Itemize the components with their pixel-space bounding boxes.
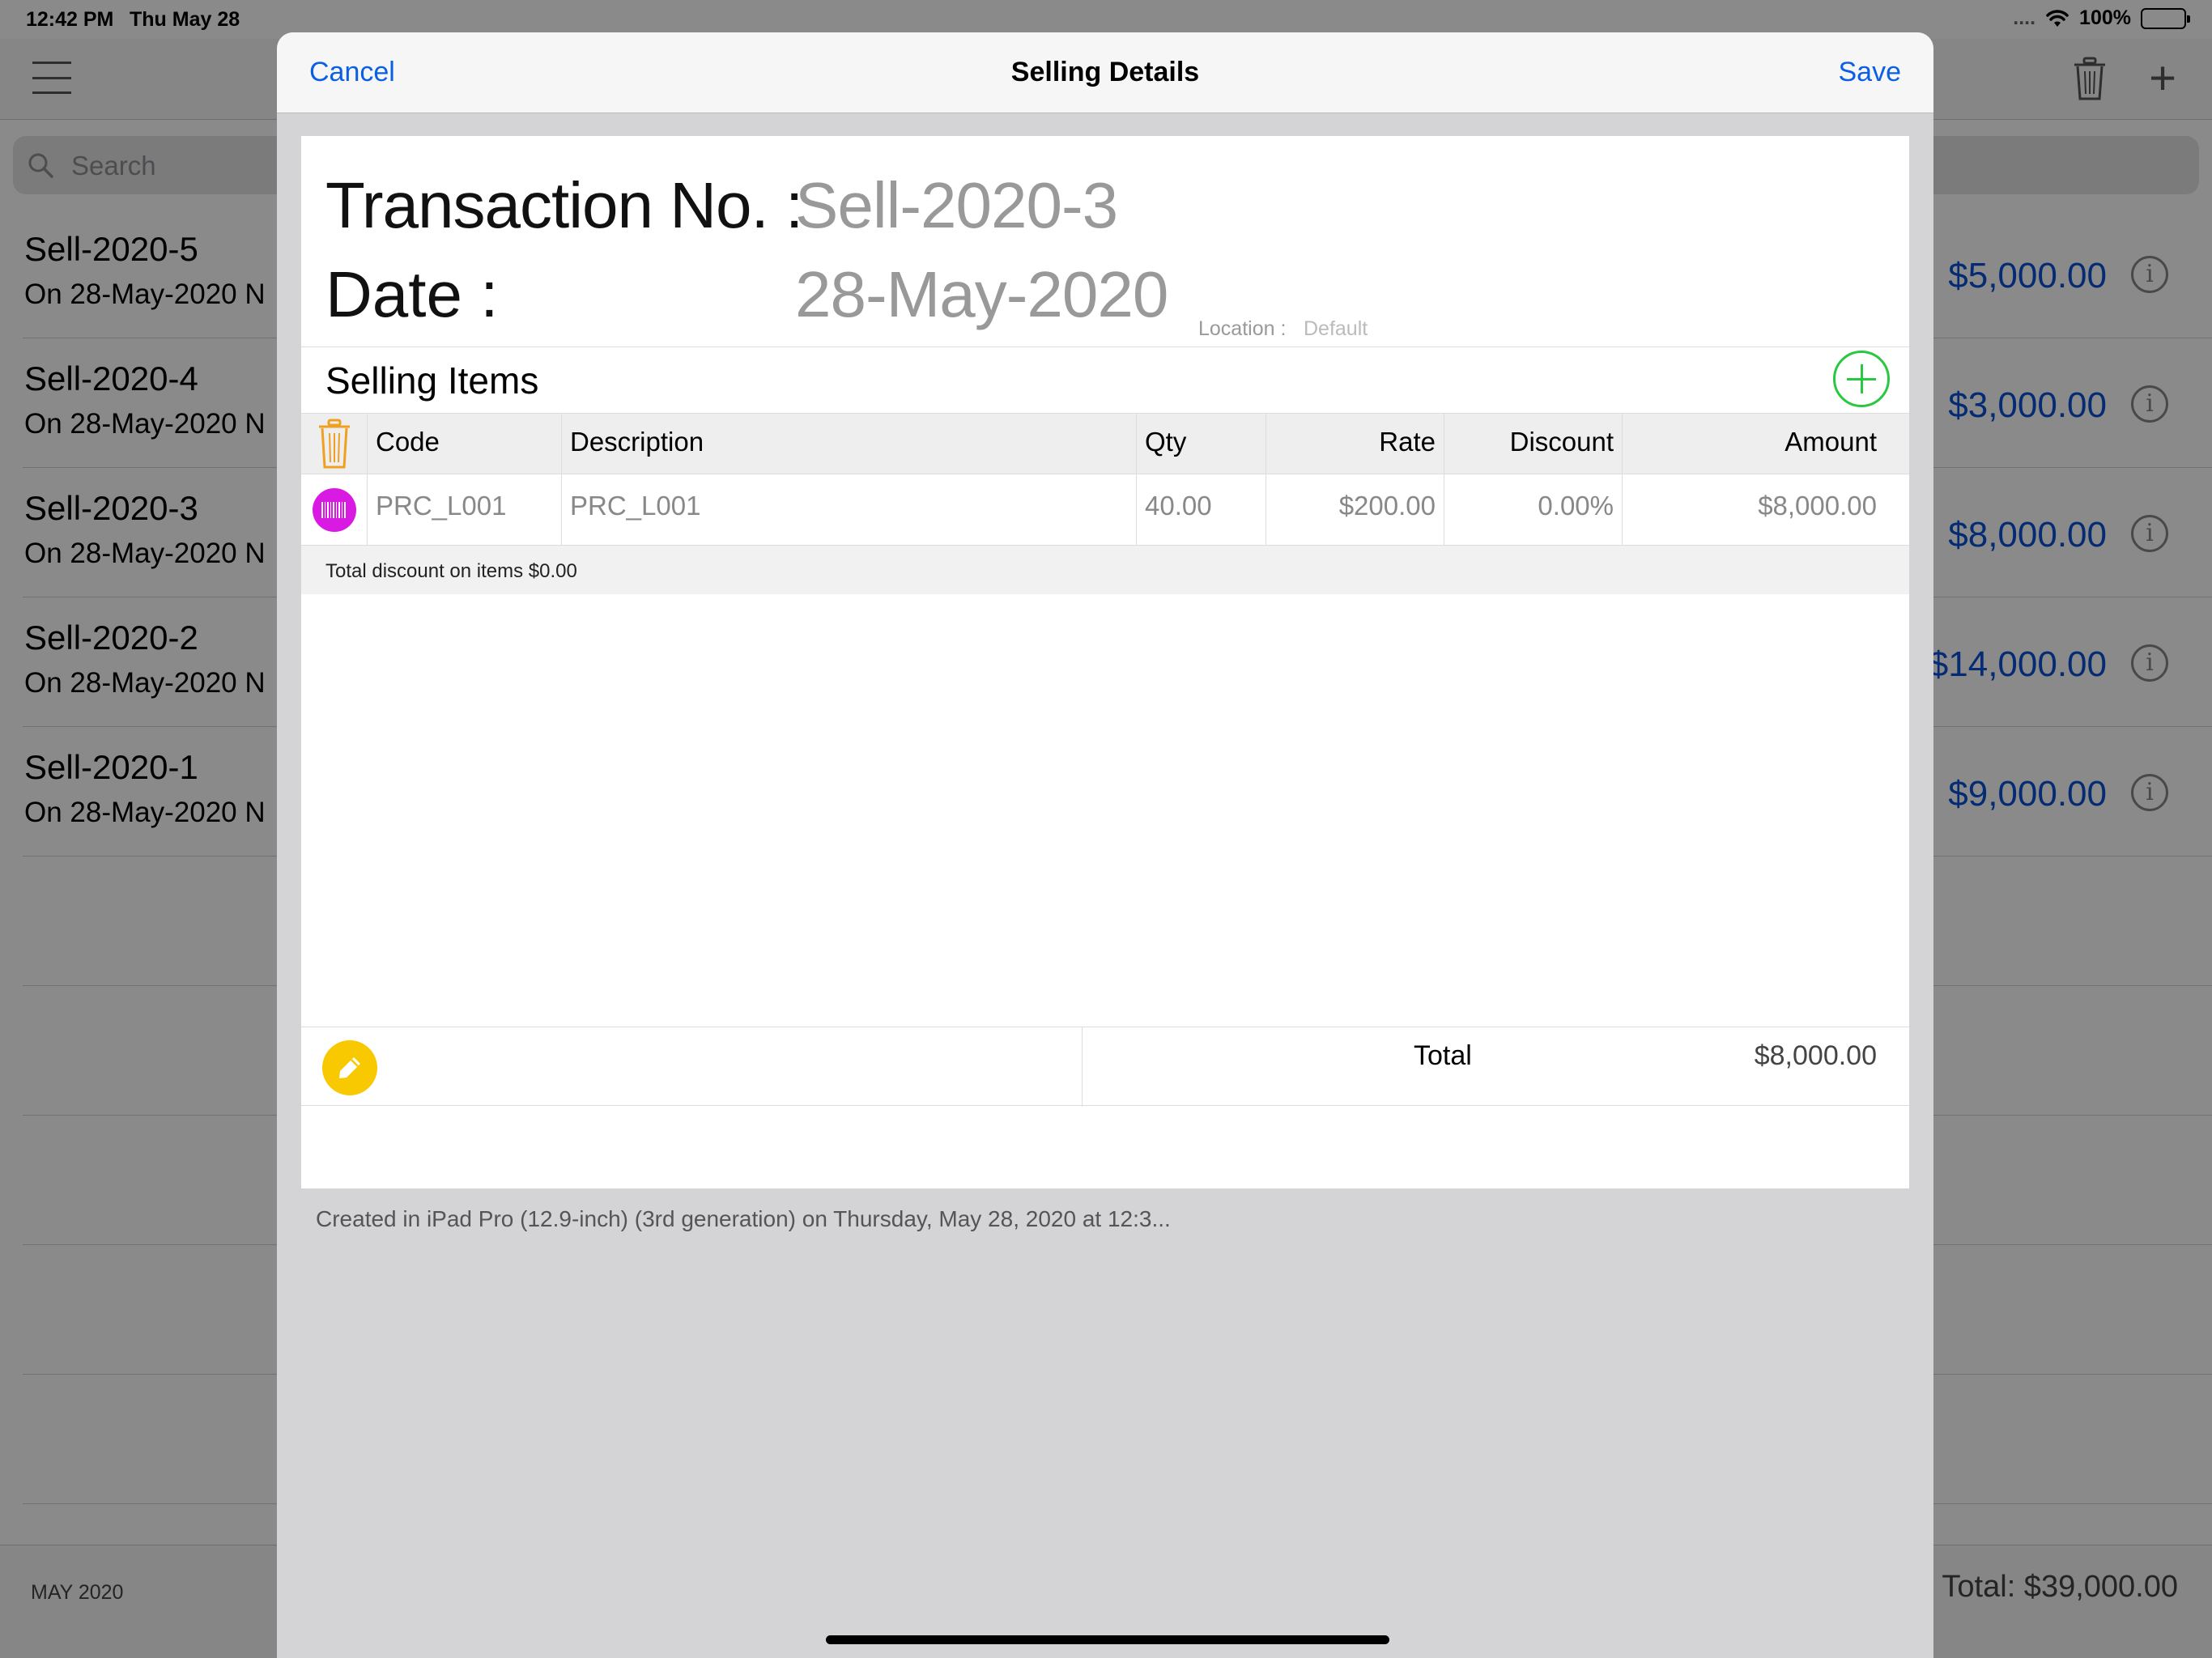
home-indicator[interactable] [826,1635,1389,1644]
table-row[interactable]: PRC_L001 PRC_L001 40.00 $200.00 0.00% $8… [301,474,1909,546]
column-header-description: Description [562,414,1137,474]
modal-title: Selling Details [1010,57,1200,87]
cell-rate[interactable]: $200.00 [1266,474,1444,545]
column-header-code: Code [368,414,562,474]
selling-details-modal: Cancel Selling Details Save Transaction … [277,32,1933,1658]
cell-description[interactable]: PRC_L001 [562,474,1137,545]
selling-items-header: Selling Items [301,346,1909,413]
total-area: Total $8,000.00 [301,1027,1909,1107]
total-value: $8,000.00 [1754,1040,1877,1071]
details-card: Transaction No. : Sell-2020-3 Date : 28-… [301,136,1909,1188]
edit-note-button[interactable] [322,1040,377,1095]
created-note: Created in iPad Pro (12.9-inch) (3rd gen… [316,1206,1171,1231]
column-header-qty: Qty [1137,414,1266,474]
column-header-rate: Rate [1266,414,1444,474]
transaction-number[interactable]: Sell-2020-3 [795,168,1118,243]
pencil-icon [339,1057,360,1078]
barcode-icon[interactable] [312,487,356,532]
selling-items-title: Selling Items [325,359,539,402]
cell-discount[interactable]: 0.00% [1444,474,1623,545]
total-label: Total [1414,1040,1472,1071]
total-divider [1082,1027,1083,1107]
modal-header: Cancel Selling Details Save [277,32,1933,113]
location-field[interactable]: Default [1304,317,1368,341]
cell-code[interactable]: PRC_L001 [368,474,562,545]
location-label: Location : [1198,317,1287,340]
cell-qty[interactable]: 40.00 [1137,474,1266,545]
save-button[interactable]: Save [1839,57,1902,88]
column-header-amount: Amount [1784,427,1877,457]
transaction-label: Transaction No. : [325,169,803,241]
add-item-button[interactable] [1833,351,1890,407]
trash-icon[interactable] [317,419,351,469]
discount-note: Total discount on items $0.00 [301,546,1909,594]
items-table: Code Description Qty Rate Discount Amoun… [301,413,1909,546]
row-barcode-cell[interactable] [301,474,368,545]
column-header-discount: Discount [1444,414,1623,474]
date-label: Date : [325,258,499,330]
table-header: Code Description Qty Rate Discount Amoun… [301,413,1909,474]
table-header-trash[interactable] [301,414,368,474]
cell-amount: $8,000.00 [1758,491,1877,521]
date-field[interactable]: 28-May-2020 [795,257,1168,332]
